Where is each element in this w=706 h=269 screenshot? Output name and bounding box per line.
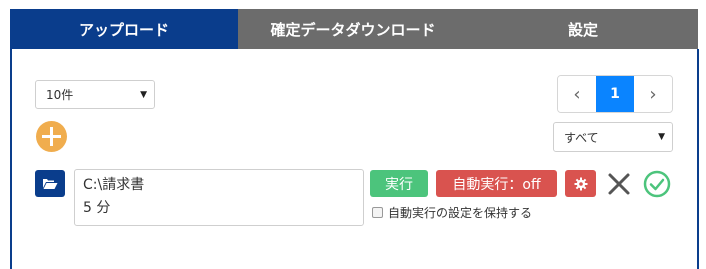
filter-value: すべて	[564, 130, 599, 145]
page-next-button[interactable]: ›	[634, 76, 672, 112]
keep-setting-label: 自動実行の設定を保持する	[388, 206, 533, 220]
tab-bar: アップロード 確定データダウンロード 設定	[10, 9, 698, 49]
pagination: ‹ 1 ›	[557, 75, 673, 113]
folder-open-icon	[43, 179, 58, 189]
filter-select[interactable]: すべて ▼	[553, 122, 673, 152]
check-circle-icon[interactable]	[643, 170, 671, 198]
interval-text: 5 分	[83, 200, 111, 216]
caret-down-icon: ▼	[658, 132, 665, 142]
keep-setting-row: 自動実行の設定を保持する	[372, 204, 532, 221]
page-size-select[interactable]: 10件 ▼	[35, 80, 155, 109]
tab-confirmed-download[interactable]: 確定データダウンロード	[238, 9, 468, 49]
auto-run-toggle-button[interactable]: 自動実行：off	[436, 170, 557, 197]
run-button[interactable]: 実行	[370, 170, 428, 197]
tab-settings[interactable]: 設定	[468, 9, 698, 49]
plus-icon	[42, 127, 61, 146]
caret-down-icon: ▼	[140, 89, 147, 100]
folder-button[interactable]	[35, 170, 65, 197]
tab-upload[interactable]: アップロード	[10, 9, 238, 49]
path-text: C:\請求書	[83, 177, 145, 193]
close-icon[interactable]	[606, 171, 632, 197]
page-prev-button[interactable]: ‹	[558, 76, 596, 112]
add-button[interactable]	[36, 121, 67, 152]
keep-setting-checkbox[interactable]	[372, 207, 383, 218]
page-current-button[interactable]: 1	[596, 76, 634, 112]
path-textarea[interactable]: C:\請求書 5 分	[74, 169, 364, 226]
gear-icon	[574, 177, 587, 190]
settings-button[interactable]	[565, 170, 596, 197]
page-size-value: 10件	[46, 88, 74, 102]
